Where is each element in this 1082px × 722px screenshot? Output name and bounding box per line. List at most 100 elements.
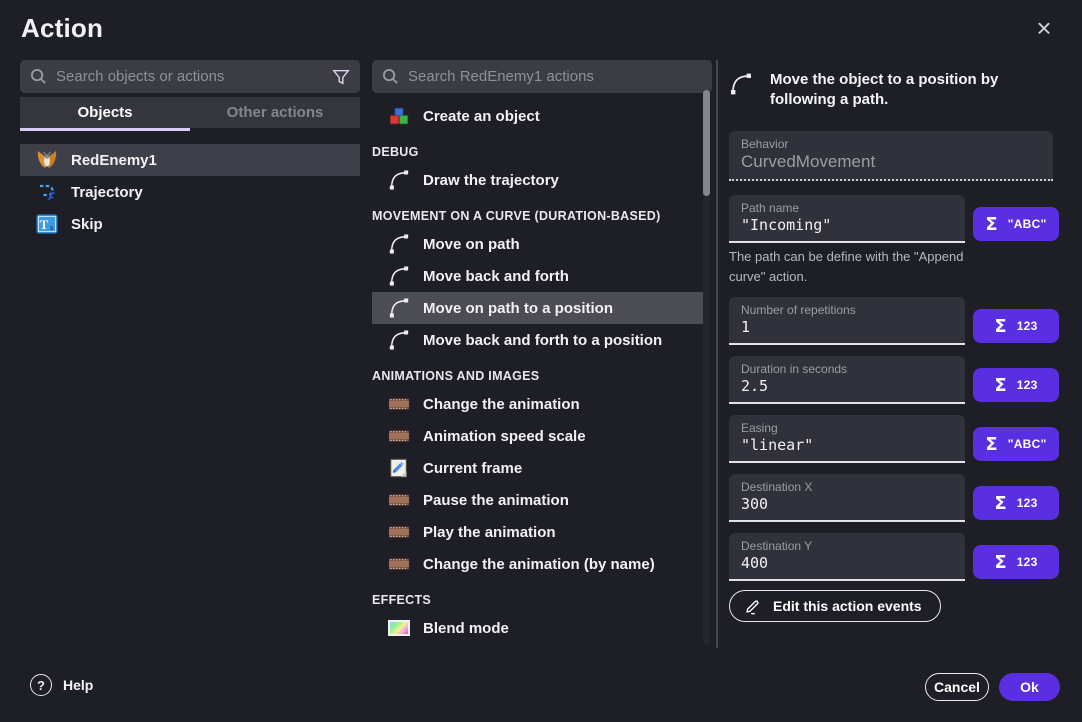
action-label: Change the animation (by name) — [423, 556, 655, 573]
film-icon — [388, 521, 410, 543]
action-item-change-animation-by-name[interactable]: Change the animation (by name) — [372, 548, 703, 580]
objects-search-input[interactable]: Search objects or actions — [20, 60, 360, 93]
field-label: Easing — [741, 421, 953, 435]
sigma-icon: Σ — [994, 552, 1006, 573]
action-item-move-back-and-forth-to-position[interactable]: Move back and forth to a position — [372, 324, 703, 356]
actions-scrollbar-track — [703, 90, 710, 645]
sigma-icon: Σ — [985, 434, 997, 455]
field-label: Duration in seconds — [741, 362, 953, 376]
panel-divider — [716, 60, 718, 648]
action-description: Move the object to a position by followi… — [729, 70, 1059, 111]
duration-field[interactable]: Duration in seconds 2.5 — [729, 356, 965, 404]
edit-action-events-label: Edit this action events — [773, 598, 922, 614]
tab-objects[interactable]: Objects — [20, 97, 190, 128]
curve-icon — [729, 72, 753, 111]
blend-icon — [388, 617, 410, 639]
object-label: Trajectory — [71, 184, 143, 201]
field-label: Destination Y — [741, 539, 953, 553]
film-icon — [388, 393, 410, 415]
field-label: Number of repetitions — [741, 303, 953, 317]
action-label: Move on path to a position — [423, 300, 613, 317]
expression-type-label: 123 — [1017, 555, 1038, 569]
close-icon[interactable]: × — [1030, 14, 1058, 42]
expression-editor-button[interactable]: Σ "ABC" — [973, 207, 1059, 241]
expression-type-label: "ABC" — [1008, 217, 1047, 231]
action-item-pause-animation[interactable]: Pause the animation — [372, 484, 703, 516]
action-item-animation-speed-scale[interactable]: Animation speed scale — [372, 420, 703, 452]
action-section-header: EFFECTS — [372, 587, 703, 612]
ok-button[interactable]: Ok — [999, 673, 1060, 701]
search-placeholder: Search objects or actions — [56, 68, 323, 85]
destination-y-field[interactable]: Destination Y 400 — [729, 533, 965, 581]
action-item-move-on-path[interactable]: Move on path — [372, 228, 703, 260]
edit-action-events-button[interactable]: Edit this action events — [729, 590, 941, 622]
sigma-icon: Σ — [985, 214, 997, 235]
action-label: Play the animation — [423, 524, 556, 541]
left-tabs: Objects Other actions — [20, 97, 360, 128]
action-dialog: Action × Search objects or actions Objec… — [0, 0, 1082, 722]
field-value: 1 — [741, 318, 953, 336]
expression-type-label: 123 — [1017, 319, 1038, 333]
sigma-icon: Σ — [994, 493, 1006, 514]
expression-editor-button[interactable]: Σ 123 — [973, 309, 1059, 343]
expression-editor-button[interactable]: Σ "ABC" — [973, 427, 1059, 461]
expression-editor-button[interactable]: Σ 123 — [973, 486, 1059, 520]
objects-list: RedEnemy1 Trajectory Tx Skip — [20, 144, 360, 240]
action-section-header: DEBUG — [372, 139, 703, 164]
cancel-button[interactable]: Cancel — [925, 673, 989, 701]
text-object-icon: Tx — [35, 212, 59, 236]
expression-type-label: 123 — [1017, 378, 1038, 392]
action-label: Move on path — [423, 236, 520, 253]
action-item-move-back-and-forth[interactable]: Move back and forth — [372, 260, 703, 292]
action-section-header: MOVEMENT ON A CURVE (DURATION-BASED) — [372, 203, 703, 228]
action-item-move-on-path-to-position[interactable]: Move on path to a position — [372, 292, 703, 324]
enemy-sprite-icon — [35, 148, 59, 172]
expression-type-label: 123 — [1017, 496, 1038, 510]
curve-icon — [388, 297, 410, 319]
svg-text:x: x — [50, 223, 54, 232]
path-name-field[interactable]: Path name "Incoming" — [729, 195, 965, 243]
destination-x-field[interactable]: Destination X 300 — [729, 474, 965, 522]
tab-other-actions[interactable]: Other actions — [190, 97, 360, 128]
actions-search-input[interactable]: Search RedEnemy1 actions — [372, 60, 712, 93]
action-item-blend-mode[interactable]: Blend mode — [372, 612, 703, 644]
object-row-skip[interactable]: Tx Skip — [20, 208, 360, 240]
action-label: Create an object — [423, 108, 540, 125]
object-row-redenemy1[interactable]: RedEnemy1 — [20, 144, 360, 176]
help-icon: ? — [30, 674, 52, 696]
action-item-play-animation[interactable]: Play the animation — [372, 516, 703, 548]
action-item-current-frame[interactable]: Current frame — [372, 452, 703, 484]
field-label: Behavior — [741, 137, 1041, 151]
search-placeholder: Search RedEnemy1 actions — [408, 68, 702, 85]
actions-list: Create an object DEBUG Draw the trajecto… — [372, 100, 703, 644]
object-label: Skip — [71, 216, 103, 233]
help-button[interactable]: ? Help — [30, 674, 93, 696]
search-icon — [30, 68, 47, 85]
action-description-text: Move the object to a position by followi… — [770, 70, 1059, 111]
search-icon — [382, 68, 399, 85]
repetitions-field[interactable]: Number of repetitions 1 — [729, 297, 965, 345]
expression-editor-button[interactable]: Σ 123 — [973, 368, 1059, 402]
action-label: Move back and forth — [423, 268, 569, 285]
svg-text:T: T — [40, 217, 49, 232]
action-item-change-animation[interactable]: Change the animation — [372, 388, 703, 420]
expression-type-label: "ABC" — [1008, 437, 1047, 451]
field-label: Destination X — [741, 480, 953, 494]
action-item-create-object[interactable]: Create an object — [372, 100, 703, 132]
field-value: 400 — [741, 554, 953, 572]
trajectory-object-icon — [35, 180, 59, 204]
dialog-title: Action — [21, 13, 103, 44]
easing-field[interactable]: Easing "linear" — [729, 415, 965, 463]
action-section-header: ANIMATIONS AND IMAGES — [372, 363, 703, 388]
action-label: Draw the trajectory — [423, 172, 559, 189]
path-name-helper-text: The path can be define with the "Append … — [729, 247, 979, 287]
actions-scrollbar-thumb[interactable] — [703, 90, 710, 196]
film-icon — [388, 425, 410, 447]
object-row-trajectory[interactable]: Trajectory — [20, 176, 360, 208]
cubes-icon — [388, 105, 410, 127]
filter-icon[interactable] — [332, 68, 350, 86]
expression-editor-button[interactable]: Σ 123 — [973, 545, 1059, 579]
behavior-field: Behavior CurvedMovement — [729, 131, 1053, 181]
help-label: Help — [63, 677, 93, 693]
action-item-draw-trajectory[interactable]: Draw the trajectory — [372, 164, 703, 196]
